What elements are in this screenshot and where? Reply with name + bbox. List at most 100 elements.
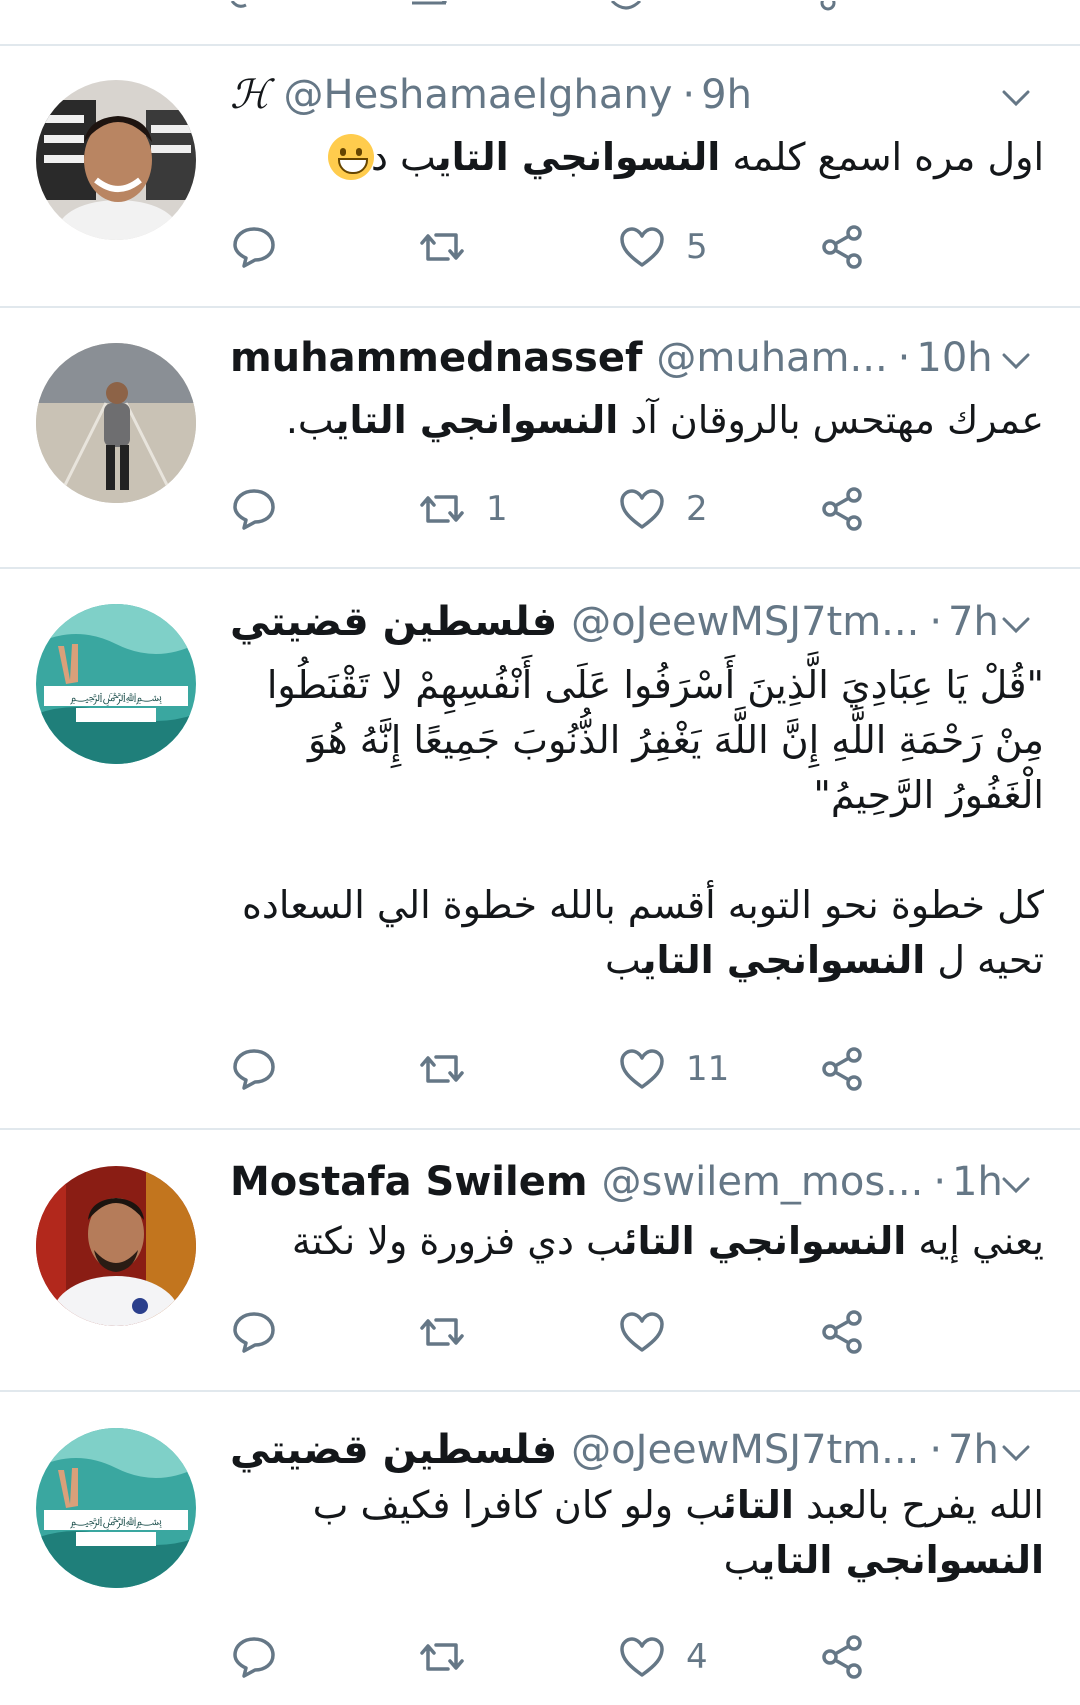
user-handle[interactable]: @muham... (656, 333, 887, 383)
tweet-line: النسوانجي التايب (723, 1538, 1044, 1582)
retweet-button[interactable] (418, 220, 486, 274)
like-button[interactable]: 2 (618, 482, 708, 536)
timestamp[interactable]: 9h (701, 70, 752, 120)
reply-button[interactable] (230, 1305, 278, 1359)
like-count: 11 (686, 1049, 730, 1089)
retweet-button[interactable] (418, 1305, 486, 1359)
timestamp[interactable]: 7h (948, 597, 999, 647)
tweet-text: الله يفرح بالعبد التائب ولو كان كافرا فك… (230, 1478, 1044, 1588)
tweet-actions (230, 1305, 930, 1359)
reply-button[interactable] (230, 482, 278, 536)
display-name[interactable]: Mostafa Swilem (230, 1157, 588, 1207)
share-icon (822, 1635, 862, 1679)
tweet-header: فلسطين قضيتي @oJeewMSJ7tm... · 7h (230, 597, 1020, 647)
chevron-down-icon[interactable] (996, 605, 1036, 645)
like-count: 2 (686, 489, 708, 529)
chevron-down-icon[interactable] (996, 1433, 1036, 1473)
retweet-button[interactable] (418, 1042, 486, 1096)
divider (0, 44, 1080, 46)
separator-dot: · (929, 1427, 943, 1473)
display-name[interactable]: ℋ (230, 70, 270, 120)
share-icon (822, 487, 862, 531)
retweet-icon (420, 1318, 464, 1346)
share-icon (822, 1310, 862, 1354)
tweet-header: muhammednassef @muham... · 10h (230, 333, 1020, 383)
display-name[interactable]: فلسطين قضيتي (230, 1425, 557, 1475)
reply-button[interactable] (230, 1630, 278, 1684)
chevron-down-icon[interactable] (996, 341, 1036, 381)
user-handle[interactable]: @oJeewMSJ7tm... (571, 1425, 919, 1475)
retweet-button[interactable] (418, 1630, 486, 1684)
like-count: 5 (686, 227, 708, 267)
heart-icon (620, 1312, 664, 1352)
retweet-icon (420, 1643, 464, 1671)
like-button[interactable] (618, 1305, 686, 1359)
divider (0, 1128, 1080, 1130)
chevron-down-icon[interactable] (996, 1165, 1036, 1205)
heart-icon (620, 227, 664, 267)
tweet-text: عمرك مهتحس بالروقان آد النسوانجي التايب. (230, 393, 1044, 448)
divider (0, 306, 1080, 308)
tweet-line: كل خطوة نحو التوبه أقسم بالله خطوة الي ا… (241, 883, 1044, 927)
heart-icon (620, 1049, 664, 1089)
avatar[interactable] (36, 343, 196, 503)
share-button[interactable] (818, 1630, 866, 1684)
display-name[interactable]: muhammednassef (230, 333, 642, 383)
avatar[interactable] (36, 1166, 196, 1326)
reply-icon (233, 489, 275, 530)
tweet-line: الْغَفُورُ الرَّحِيمُ" (813, 773, 1044, 817)
tweet-line: الله يفرح بالعبد التائب ولو كان كافرا فك… (312, 1483, 1044, 1527)
share-icon (822, 225, 862, 269)
share-icon (822, 1047, 862, 1091)
retweet-icon (420, 233, 464, 261)
reply-button[interactable] (230, 1042, 278, 1096)
retweet-button[interactable]: 1 (418, 482, 508, 536)
share-button[interactable] (818, 1042, 866, 1096)
retweet-count: 1 (486, 489, 508, 529)
chevron-down-icon[interactable] (996, 78, 1036, 118)
tweet-header: فلسطين قضيتي @oJeewMSJ7tm... · 7h (230, 1425, 1020, 1475)
retweet-icon (420, 1055, 464, 1083)
tweet-header: Mostafa Swilem @swilem_mos... · 1h (230, 1157, 1020, 1207)
heart-icon (620, 489, 664, 529)
tweet-line (230, 823, 1044, 878)
share-button[interactable] (818, 482, 866, 536)
display-name[interactable]: فلسطين قضيتي (230, 597, 557, 647)
like-button[interactable]: 5 (618, 220, 708, 274)
tweet-text: "قُلْ يَا عِبَادِيَ الَّذِينَ أَسْرَفُوا… (230, 658, 1044, 988)
like-button[interactable]: 11 (618, 1042, 729, 1096)
separator-dot: · (897, 335, 911, 381)
svg-text:﷽: ﷽ (70, 1514, 162, 1530)
avatar[interactable] (36, 80, 196, 240)
tweet-actions: 5 (230, 220, 930, 274)
heart-icon (620, 1637, 664, 1677)
timestamp[interactable]: 7h (948, 1425, 999, 1475)
divider (0, 1390, 1080, 1392)
svg-text:﷽: ﷽ (70, 690, 162, 706)
reply-icon (233, 1637, 275, 1678)
tweet-line: يعني إيه النسوانجي التائب دي فزورة ولا ن… (291, 1219, 1044, 1263)
grinning-face-icon (328, 134, 374, 180)
user-handle[interactable]: @swilem_mos... (602, 1157, 924, 1207)
like-count: 4 (686, 1637, 708, 1677)
reply-icon (233, 1312, 275, 1353)
retweet-icon (420, 495, 464, 523)
avatar[interactable]: ﷽ (36, 604, 196, 764)
separator-dot: · (682, 72, 696, 118)
tweet-header: ℋ @Heshamaelghany · 9h (230, 70, 1020, 120)
timestamp[interactable]: 10h (916, 333, 992, 383)
user-handle[interactable]: @Heshamaelghany (284, 70, 673, 120)
tweet-actions: 1 2 (230, 482, 930, 536)
user-handle[interactable]: @oJeewMSJ7tm... (571, 597, 919, 647)
reply-icon (233, 227, 275, 268)
share-button[interactable] (818, 1305, 866, 1359)
like-button[interactable]: 4 (618, 1630, 708, 1684)
tweet-line: تحيه ل النسوانجي التايب (604, 938, 1044, 982)
tweet-line: مِنْ رَحْمَةِ اللَّهِ إِنَّ اللَّهَ يَغْ… (308, 718, 1044, 762)
previous-tweet-actions-fragment (0, 0, 1080, 14)
divider (0, 567, 1080, 569)
separator-dot: · (929, 599, 943, 645)
avatar[interactable]: ﷽ (36, 1428, 196, 1588)
share-button[interactable] (818, 220, 866, 274)
reply-button[interactable] (230, 220, 278, 274)
